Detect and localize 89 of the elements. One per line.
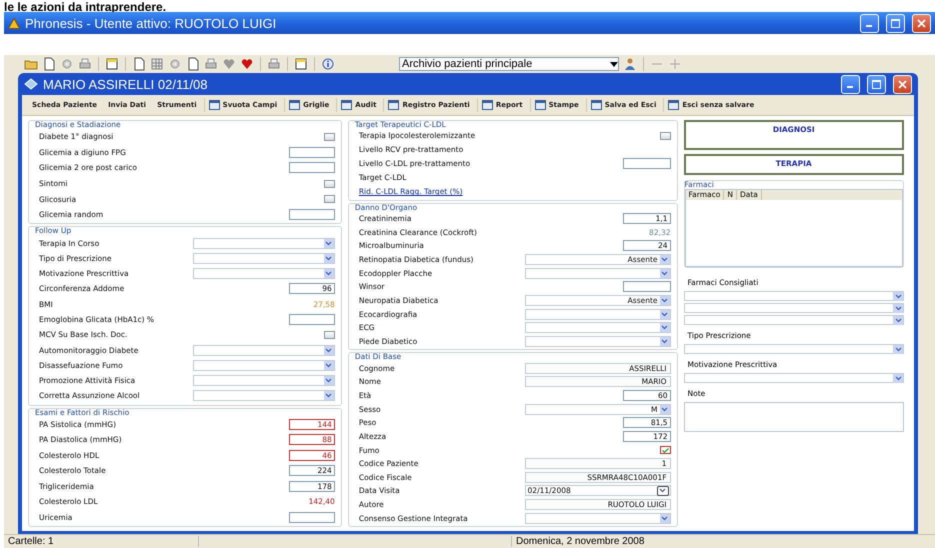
printer-icon[interactable]: [267, 57, 281, 71]
input-field[interactable]: [622, 281, 671, 292]
document-icon[interactable]: [186, 57, 200, 71]
dropdown-field[interactable]: [524, 512, 671, 524]
input-field[interactable]: [288, 146, 335, 158]
caret-icon: [610, 62, 618, 66]
window-title: MARIO ASSIRELLI 02/11/08: [43, 76, 208, 92]
window-icon[interactable]: [294, 57, 308, 71]
printer-icon[interactable]: [204, 57, 218, 71]
caret-icon: [325, 240, 332, 246]
document-icon[interactable]: [132, 57, 146, 71]
dropdown-field[interactable]: [524, 336, 671, 348]
dropdown-field[interactable]: [192, 375, 335, 386]
dropdown-field[interactable]: [192, 268, 335, 280]
dropdown-field[interactable]: [192, 238, 335, 249]
dropdown-field[interactable]: [192, 252, 335, 264]
window-icon: [668, 100, 680, 110]
window-icon: [482, 100, 493, 110]
heart-icon[interactable]: [222, 57, 236, 71]
checkbox[interactable]: [324, 195, 335, 204]
caret-icon: [325, 362, 332, 368]
status-text: Cartelle: 1: [4, 536, 199, 547]
person-icon[interactable]: [623, 57, 637, 71]
window-icon: [388, 100, 400, 110]
diamond-icon: [24, 78, 38, 90]
dropdown-field[interactable]: [524, 308, 671, 320]
window-icon: [289, 100, 300, 110]
caret-icon: [325, 393, 332, 398]
caret-icon: [661, 339, 668, 344]
window-icon[interactable]: [105, 57, 119, 71]
caret-icon: [659, 488, 666, 494]
dropdown-field[interactable]: [524, 322, 671, 334]
caret-icon: [894, 376, 902, 381]
caret-icon: [325, 348, 332, 353]
caret-icon: [661, 516, 668, 521]
window-icon: [534, 100, 546, 110]
maximize-icon: [872, 80, 881, 88]
close-button[interactable]: [893, 74, 912, 94]
caret-icon: [325, 271, 332, 276]
caret-icon: [325, 256, 332, 261]
input-field[interactable]: [288, 162, 335, 174]
maximize-button[interactable]: [867, 74, 886, 94]
warning-icon: [8, 18, 20, 28]
maximize-icon: [891, 18, 900, 28]
checkbox[interactable]: [324, 132, 335, 141]
input-field[interactable]: [288, 512, 335, 523]
input-field[interactable]: [622, 158, 671, 170]
caret-icon: [661, 406, 668, 412]
dropdown-field[interactable]: [684, 291, 904, 301]
window-title: Phronesis - Utente attivo: RUOTOLO LUIGI: [25, 16, 276, 30]
info-icon[interactable]: [321, 57, 335, 71]
caret-icon: [661, 325, 668, 330]
dropdown-field[interactable]: [684, 303, 904, 313]
dropdown-field[interactable]: [684, 344, 904, 354]
dropdown-field[interactable]: [192, 390, 335, 402]
window-icon: [341, 100, 352, 110]
dropdown-field[interactable]: [684, 315, 904, 325]
document-icon[interactable]: [42, 57, 56, 71]
caret-icon: [325, 378, 332, 384]
checkbox[interactable]: [660, 132, 671, 140]
notes-field[interactable]: [684, 402, 904, 432]
caret-icon: [661, 298, 668, 304]
plus-icon[interactable]: [668, 57, 682, 71]
caret-icon: [661, 312, 668, 317]
dropdown-field[interactable]: [192, 344, 335, 356]
caret-icon: [661, 270, 668, 276]
close-icon: [917, 18, 926, 28]
checkbox[interactable]: [324, 330, 335, 339]
caret-icon: [894, 347, 902, 352]
window-icon: [208, 100, 220, 110]
maximize-button[interactable]: [886, 14, 905, 32]
close-icon: [898, 80, 907, 88]
minimize-button[interactable]: [841, 74, 860, 94]
dropdown-field[interactable]: [524, 268, 671, 279]
checkbox[interactable]: [324, 180, 335, 188]
window-icon: [590, 100, 602, 110]
minimize-button[interactable]: [860, 14, 879, 32]
status-text: Domenica, 2 novembre 2008: [511, 536, 756, 547]
checkbox[interactable]: [660, 446, 671, 454]
caret-icon: [661, 257, 668, 262]
archive-dropdown[interactable]: Archivio pazienti principale: [399, 57, 619, 71]
page-caption: le le azioni da intraprendere.: [3, 0, 166, 12]
printer-icon[interactable]: [78, 57, 92, 71]
close-button[interactable]: [912, 14, 931, 32]
input-field[interactable]: [288, 209, 335, 220]
dropdown-field[interactable]: [684, 373, 904, 383]
dropdown-field[interactable]: [192, 360, 335, 371]
heart-icon[interactable]: [240, 57, 254, 71]
input-field[interactable]: [288, 314, 335, 326]
